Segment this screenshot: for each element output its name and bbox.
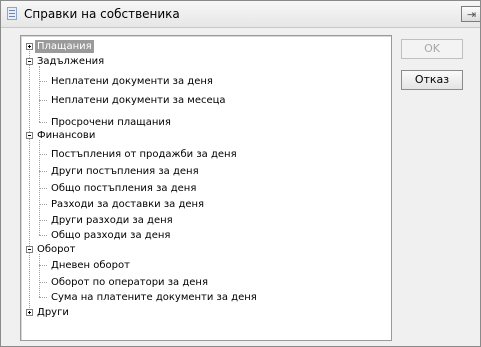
close-button[interactable]: ⇥ <box>461 6 480 22</box>
tree-item[interactable]: Просрочени плащания <box>49 116 173 129</box>
tree-line <box>39 204 47 205</box>
tree-item[interactable]: Други разходи за деня <box>49 214 175 227</box>
tree-line <box>39 297 47 298</box>
tree-node-finansovi[interactable]: Финансови <box>35 129 97 142</box>
dialog-window: Справки на собственика ⇥ Плащания Задълж… <box>0 0 481 347</box>
tree-line <box>39 254 40 297</box>
tree-line <box>39 100 47 101</box>
tree-line <box>39 122 47 123</box>
tree-line <box>39 66 40 122</box>
tree-item[interactable]: Дневен оборот <box>49 259 132 272</box>
tree-item[interactable]: Разходи за доставки за деня <box>49 198 206 211</box>
tree-item[interactable]: Общо постъпления за деня <box>49 182 198 195</box>
report-tree[interactable]: Плащания Задължения Неплатени документи … <box>20 35 392 341</box>
tree-line <box>39 171 47 172</box>
title-bar: Справки на собственика ⇥ <box>1 1 480 28</box>
close-icon: ⇥ <box>467 8 477 21</box>
cancel-button[interactable]: Отказ <box>401 70 463 90</box>
tree-node-oborot[interactable]: Оборот <box>35 243 77 256</box>
collapse-icon[interactable] <box>26 132 33 139</box>
tree-line <box>39 154 47 155</box>
tree-item[interactable]: Неплатени документи за месеца <box>49 94 228 107</box>
tree-node-zadalzhenia[interactable]: Задължения <box>35 55 106 68</box>
window-title: Справки на собственика <box>24 7 180 21</box>
tree-line <box>39 81 47 82</box>
collapse-icon[interactable] <box>26 246 33 253</box>
tree-line <box>39 282 47 283</box>
ok-button[interactable]: OK <box>401 39 463 59</box>
tree-line <box>39 188 47 189</box>
tree-line <box>39 265 47 266</box>
collapse-icon[interactable] <box>26 58 33 65</box>
tree-item[interactable]: Общо разходи за деня <box>49 229 172 242</box>
document-icon <box>7 7 17 20</box>
tree-node-drugi[interactable]: Други <box>35 306 71 319</box>
tree-item[interactable]: Сума на платените документи за деня <box>49 291 259 304</box>
expand-icon[interactable] <box>26 309 33 316</box>
expand-icon[interactable] <box>26 43 33 50</box>
tree-item[interactable]: Неплатени документи за деня <box>49 75 215 88</box>
tree-item[interactable]: Постъпления от продажби за деня <box>49 148 239 161</box>
tree-item[interactable]: Други постъпления за деня <box>49 165 201 178</box>
tree-line <box>39 220 47 221</box>
tree-line <box>29 46 30 312</box>
tree-item[interactable]: Оборот по оператори за деня <box>49 276 210 289</box>
tree-line <box>39 235 47 236</box>
tree-node-plashtania[interactable]: Плащания <box>35 40 94 53</box>
